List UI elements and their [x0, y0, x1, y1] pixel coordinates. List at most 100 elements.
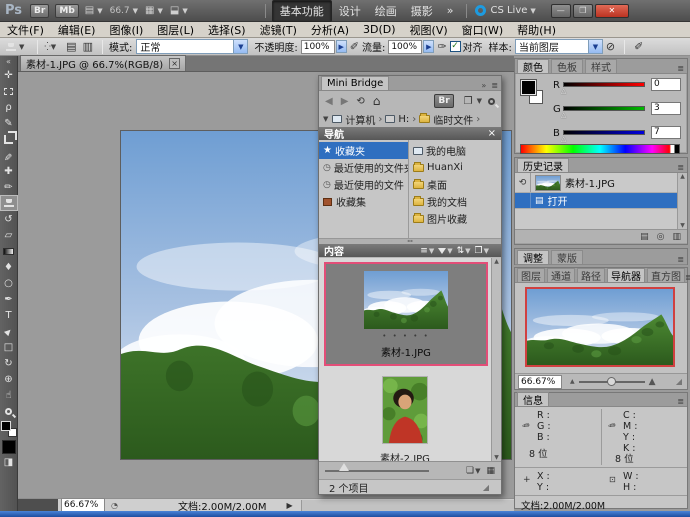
menu-help[interactable]: 帮助(H) — [510, 22, 563, 38]
launch-bridge-button[interactable]: Br — [30, 4, 49, 18]
sort-order-icon[interactable]: ⇅ — [457, 246, 465, 256]
dodge-tool[interactable]: ○ — [0, 275, 18, 291]
orbit-3d-tool[interactable]: ⊕ — [0, 371, 18, 387]
history-state-open[interactable]: ▤ 打开 — [515, 193, 687, 209]
tab-channels[interactable]: 通道 — [547, 268, 575, 282]
menu-select[interactable]: 选择(S) — [201, 22, 253, 38]
view-extras-arrow-icon[interactable]: ▼ — [97, 7, 102, 15]
tab-layers[interactable]: 图层 — [517, 268, 545, 282]
rating-dots[interactable]: • • • • • — [326, 332, 486, 340]
menu-analysis[interactable]: 分析(A) — [304, 22, 356, 38]
desktop-item[interactable]: 桌面 — [409, 176, 501, 193]
set-source-cell[interactable] — [515, 193, 531, 208]
thumbnail-view-icon[interactable]: ❐ — [475, 246, 483, 256]
green-slider-thumb[interactable]: △ — [561, 111, 566, 119]
tab-navigator[interactable]: 导航器 — [607, 268, 645, 282]
blur-tool[interactable]: ♦ — [0, 259, 18, 275]
screen-mode-icon[interactable]: ⬓ — [170, 5, 179, 16]
workspace-design[interactable]: 设计 — [332, 1, 368, 21]
zoom-level-arrow-icon[interactable]: ▼ — [133, 7, 138, 15]
content-scrollbar[interactable]: ▲▼ — [491, 258, 501, 461]
rectangle-tool[interactable]: □ — [0, 339, 18, 355]
mini-bridge-tab[interactable]: Mini Bridge — [321, 76, 389, 90]
quick-mask-button[interactable]: ◨ — [0, 454, 18, 470]
menu-image[interactable]: 图像(I) — [102, 22, 150, 38]
screen-mode-arrow-icon[interactable]: ▼ — [182, 7, 187, 15]
sample-select-arrow-icon[interactable]: ▼ — [588, 40, 602, 53]
navigator-zoom-slider[interactable] — [579, 381, 645, 383]
history-scrollbar[interactable]: ▲▼ — [677, 173, 687, 229]
recent-folders-item[interactable]: ◷最近使用的文件夹 — [319, 159, 408, 176]
foreground-color-swatch[interactable] — [1, 421, 11, 431]
move-tool[interactable]: ✛ — [0, 67, 18, 83]
workspace-photography[interactable]: 摄影 — [404, 1, 440, 21]
blue-slider-thumb[interactable]: △ — [561, 135, 566, 143]
grid-view-icon[interactable]: ▦ — [486, 466, 495, 476]
status-menu-arrow-icon[interactable]: ▶ — [287, 501, 293, 510]
menu-view[interactable]: 视图(V) — [403, 22, 455, 38]
type-tool[interactable]: T — [0, 307, 18, 323]
red-slider[interactable] — [563, 82, 645, 87]
scroll-up-icon[interactable]: ▲ — [494, 258, 499, 265]
tablet-pressure-icon[interactable]: ✐ — [634, 40, 643, 53]
new-document-from-state-icon[interactable]: ▤ — [640, 232, 649, 242]
breadcrumb-arrow-icon[interactable]: ▼ — [323, 115, 328, 123]
search-icon[interactable] — [488, 98, 495, 105]
document-close-icon[interactable]: × — [169, 58, 180, 69]
panel-menu-icon[interactable]: ≣ — [677, 397, 687, 406]
zoom-out-mountain-icon[interactable]: ▲ — [570, 378, 575, 385]
flow-slider-arrow-icon[interactable]: ▶ — [423, 40, 434, 53]
panel-view-icon[interactable]: ❐ — [464, 96, 473, 107]
thumbnail-size-slider[interactable] — [325, 470, 429, 472]
mode-select-arrow-icon[interactable]: ▼ — [233, 40, 247, 53]
zoom-level-value[interactable]: 66.7 — [110, 6, 130, 16]
tab-swatches[interactable]: 色板 — [551, 59, 583, 73]
tab-styles[interactable]: 样式 — [585, 59, 617, 73]
content-pod-header[interactable]: 内容 ≡▼ ▼ ⇅▼ ❐▼ — [319, 244, 501, 257]
tool-preset-arrow-icon[interactable]: ▼ — [19, 43, 24, 51]
preview-mode-icon[interactable]: ❏ — [466, 466, 474, 476]
huanxi-folder-item[interactable]: HuanXi — [409, 159, 501, 176]
eyedropper-cmyk-icon[interactable]: ✐ — [607, 418, 619, 431]
foreground-color-swatch[interactable] — [521, 80, 536, 95]
launch-mini-bridge-button[interactable]: Mb — [55, 4, 78, 18]
foreground-background-swatches[interactable] — [1, 421, 17, 437]
navigator-preview[interactable] — [525, 287, 675, 367]
ignore-adjustment-layers-icon[interactable]: ⊘ — [606, 40, 615, 53]
my-computer-item[interactable]: 我的电脑 — [409, 142, 501, 159]
resize-grip-icon[interactable]: ◢ — [483, 483, 489, 492]
panel-menu-icon[interactable]: ≣ — [677, 163, 687, 172]
filter-icon[interactable] — [438, 248, 446, 254]
status-zoom-field[interactable]: 66.67% — [61, 498, 105, 512]
recent-loop-icon[interactable]: ⟲ — [356, 96, 364, 107]
hand-tool[interactable]: ☝ — [0, 387, 18, 403]
delete-state-icon[interactable]: ▥ — [672, 232, 681, 242]
tab-info[interactable]: 信息 — [517, 392, 549, 406]
pen-tool[interactable]: ✒ — [0, 291, 18, 307]
panel-menu-icon[interactable]: ≣ — [677, 255, 687, 264]
forward-icon[interactable]: ▶ — [341, 96, 349, 107]
collections-item[interactable]: 收藏集 — [319, 193, 408, 210]
preview-mode-arrow-icon[interactable]: ▼ — [475, 467, 480, 475]
tab-color[interactable]: 颜色 — [517, 59, 549, 73]
restore-button[interactable]: ❐ — [573, 4, 593, 18]
sample-select[interactable]: 当前图层 ▼ — [515, 39, 603, 54]
navigation-pod-header[interactable]: 导航 × — [319, 127, 501, 140]
red-value-field[interactable]: 0 — [651, 78, 681, 91]
foreground-color-block[interactable] — [2, 440, 16, 454]
brush-preset-arrow-icon[interactable]: ▼ — [51, 43, 56, 51]
green-value-field[interactable]: 3 — [651, 102, 681, 115]
eraser-tool[interactable]: ▱ — [0, 227, 18, 243]
favorites-item[interactable]: ★收藏夹 — [319, 142, 408, 159]
resize-grip-icon[interactable]: ◢ — [676, 377, 682, 386]
menu-file[interactable]: 文件(F) — [0, 22, 51, 38]
panel-menu-icon[interactable]: ≣ — [491, 81, 501, 90]
airbrush-icon[interactable]: ✑ — [437, 40, 446, 53]
toggle-clone-source-icon[interactable]: ▥ — [83, 40, 93, 53]
toolbox-collapse-button[interactable]: « — [0, 56, 18, 67]
breadcrumb-drive[interactable]: H: — [398, 114, 409, 125]
crop-tool[interactable] — [0, 131, 18, 147]
healing-brush-tool[interactable]: ✚ — [0, 163, 18, 179]
sort-list-icon[interactable]: ≡ — [420, 246, 428, 256]
back-icon[interactable]: ◀ — [325, 96, 333, 107]
